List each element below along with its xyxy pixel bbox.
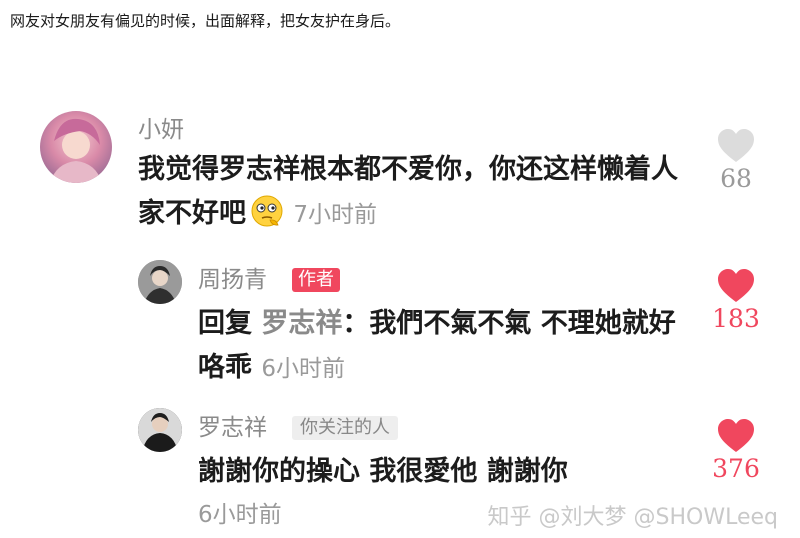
comment-time: 6小时前 [261, 356, 346, 382]
avatar[interactable] [40, 111, 112, 183]
avatar-portrait-icon [138, 408, 182, 452]
comment-time: 6小时前 [198, 502, 282, 528]
avatar-portrait-icon [138, 260, 182, 304]
watermark: 知乎 @刘大梦 @SHOWLeeq [487, 505, 778, 530]
comment-username[interactable]: 周扬青 [198, 266, 267, 294]
comment-time: 7小时前 [293, 202, 378, 228]
comment-username[interactable]: 罗志祥 [198, 414, 267, 442]
like-count: 376 [712, 454, 760, 483]
like-count: 68 [720, 164, 752, 193]
comment-body: 我觉得罗志祥根本都不爱你，你还这样懒着人家不好吧 [138, 154, 678, 229]
like-count: 183 [712, 304, 760, 333]
like-button[interactable]: 68 [706, 128, 766, 194]
like-button[interactable]: 183 [706, 268, 766, 334]
reply-prefix: 回复 [198, 308, 252, 339]
comment-text: 我觉得罗志祥根本都不爱你，你还这样懒着人家不好吧 7小时前 [138, 148, 678, 237]
heart-filled-icon [718, 269, 754, 302]
following-badge: 你关注的人 [292, 416, 398, 440]
comment-username[interactable]: 小妍 [138, 116, 184, 144]
comment-body: 謝謝你的操心 我很愛他 謝謝你 [198, 456, 568, 487]
heart-filled-icon [718, 419, 754, 452]
heart-outline-icon [718, 129, 754, 162]
comment-text: 謝謝你的操心 我很愛他 謝謝你 [198, 450, 678, 494]
comment-text: 回复 罗志祥：我們不氣不氣 不理她就好咯乖 6小时前 [198, 302, 678, 391]
reply-separator: ： [342, 308, 370, 339]
post-caption: 网友对女朋友有偏见的时候，出面解释，把女友护在身后。 [10, 12, 401, 30]
like-button[interactable]: 376 [706, 418, 766, 484]
author-badge: 作者 [292, 268, 340, 292]
avatar-portrait-icon [50, 118, 102, 183]
avatar[interactable] [138, 408, 182, 452]
thinking-face-icon [251, 195, 283, 227]
avatar[interactable] [138, 260, 182, 304]
reply-to-user[interactable]: 罗志祥 [261, 308, 342, 339]
